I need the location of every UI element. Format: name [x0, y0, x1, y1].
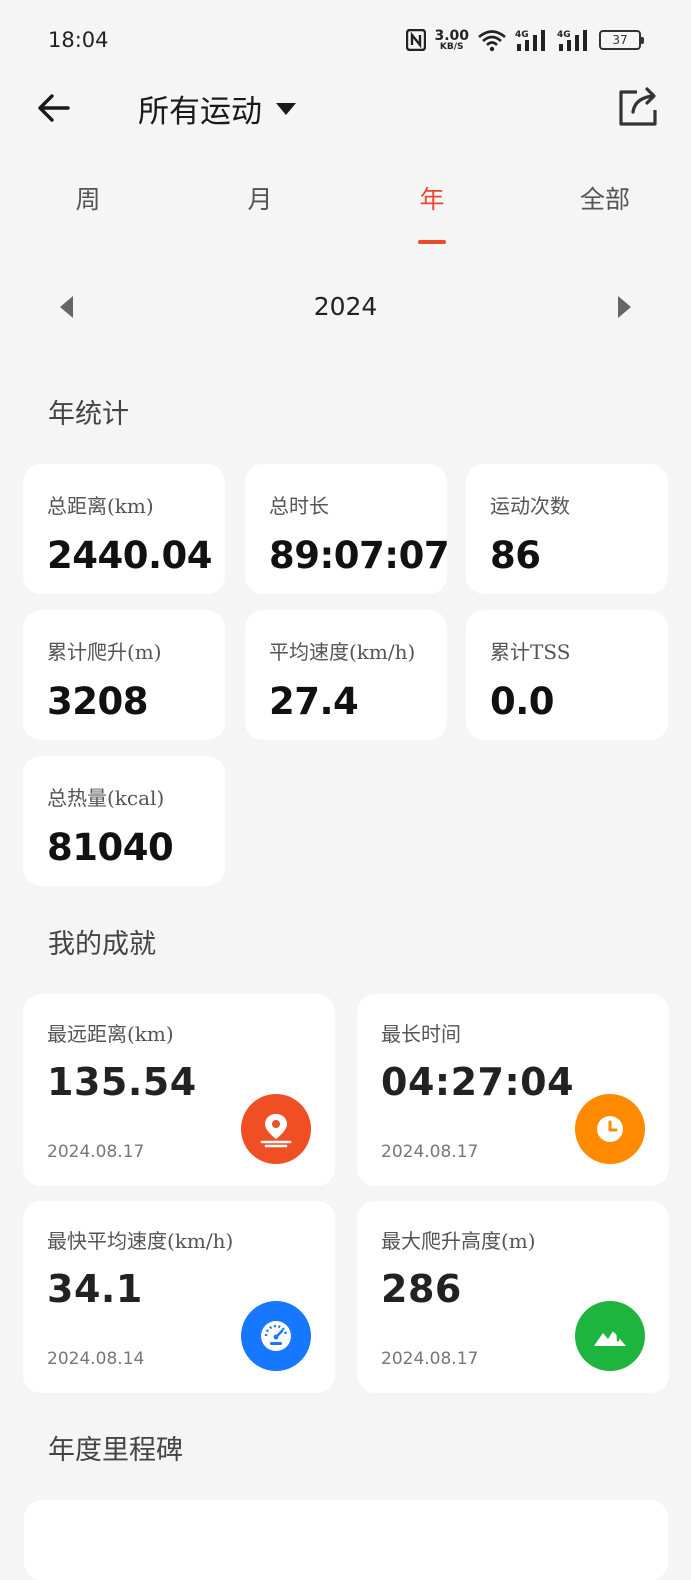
stat-value: 86 [490, 534, 541, 577]
page-title: 所有运动 [138, 94, 262, 130]
year-navigator: 2024 [0, 286, 691, 330]
achievement-date: 2024.08.17 [381, 1349, 479, 1369]
stat-card-total-distance[interactable]: 总距离(km) 2440.04 [23, 464, 225, 594]
location-pin-icon [241, 1094, 311, 1164]
network-speed-value: 3.00 [434, 27, 469, 44]
stat-value: 81040 [47, 826, 174, 869]
stat-label: 总热量(kcal) [47, 786, 165, 810]
battery-level: 37 [612, 33, 628, 47]
section-title-achievements: 我的成就 [48, 929, 156, 960]
milestone-card[interactable] [24, 1500, 668, 1580]
signal-4g-icon-2: 4G [557, 30, 587, 51]
stat-card-total-climb[interactable]: 累计爬升(m) 3208 [23, 610, 225, 740]
achievement-label: 最大爬升高度(m) [381, 1229, 536, 1253]
stat-card-total-calories[interactable]: 总热量(kcal) 81040 [23, 756, 225, 886]
achievement-value: 34.1 [47, 1267, 143, 1311]
stat-label: 累计TSS [490, 640, 571, 664]
tab-week[interactable]: 周 [75, 180, 100, 216]
active-tab-indicator [418, 240, 446, 244]
achievement-label: 最远距离(km) [47, 1022, 174, 1046]
section-title-milestones: 年度里程碑 [48, 1435, 183, 1466]
stat-card-average-speed[interactable]: 平均速度(km/h) 27.4 [245, 610, 447, 740]
share-icon[interactable] [617, 84, 659, 128]
stat-value: 3208 [47, 680, 148, 723]
speedometer-icon [241, 1301, 311, 1371]
achievement-value: 04:27:04 [381, 1060, 575, 1104]
dropdown-caret-icon [276, 102, 296, 115]
status-bar: 18:04 3.00 KB/S 4G 4G 37 [0, 0, 691, 80]
stat-card-total-duration[interactable]: 总时长 89:07:07 [245, 464, 450, 594]
app-header: 所有运动 [0, 80, 691, 136]
achievement-card-max-climb[interactable]: 最大爬升高度(m) 286 2024.08.17 [357, 1201, 669, 1393]
back-arrow-icon[interactable] [36, 90, 72, 126]
stat-label: 运动次数 [490, 494, 570, 518]
network-speed-unit: KB/S [439, 41, 464, 52]
network-speed: 3.00 KB/S [434, 29, 469, 52]
stat-label: 总距离(km) [47, 494, 154, 518]
tab-all[interactable]: 全部 [580, 180, 630, 216]
stat-value: 27.4 [269, 680, 359, 723]
stat-label: 总时长 [269, 494, 329, 518]
stat-value: 2440.04 [47, 534, 213, 577]
next-year-icon[interactable] [618, 296, 631, 318]
tab-month[interactable]: 月 [247, 180, 272, 216]
clock-icon [575, 1094, 645, 1164]
battery-icon: 37 [599, 30, 644, 50]
sport-type-selector[interactable]: 所有运动 [138, 86, 296, 131]
status-time: 18:04 [48, 28, 109, 52]
achievement-date: 2024.08.14 [47, 1349, 145, 1369]
achievement-date: 2024.08.17 [381, 1142, 479, 1162]
period-tabs: 周 月 年 全部 [0, 172, 691, 252]
year-label: 2024 [313, 292, 378, 321]
status-icons: 3.00 KB/S 4G 4G 37 [406, 26, 644, 54]
section-title-year-stats: 年统计 [48, 399, 129, 430]
stat-label: 累计爬升(m) [47, 640, 162, 664]
stat-value: 0.0 [490, 680, 555, 723]
wifi-icon [478, 30, 506, 52]
achievement-label: 最快平均速度(km/h) [47, 1229, 234, 1253]
mountain-icon [575, 1301, 645, 1371]
svg-text:4G: 4G [515, 30, 529, 40]
svg-text:4G: 4G [557, 30, 571, 40]
achievement-card-longest-distance[interactable]: 最远距离(km) 135.54 2024.08.17 [23, 994, 335, 1186]
signal-4g-icon-1: 4G [515, 30, 545, 51]
achievement-label: 最长时间 [381, 1022, 461, 1046]
achievement-value: 286 [381, 1267, 462, 1311]
stat-card-total-tss[interactable]: 累计TSS 0.0 [466, 610, 668, 740]
tab-year[interactable]: 年 [419, 180, 444, 216]
achievement-card-fastest-speed[interactable]: 最快平均速度(km/h) 34.1 2024.08.14 [23, 1201, 335, 1393]
stat-value: 89:07:07 [269, 534, 450, 577]
achievement-card-longest-time[interactable]: 最长时间 04:27:04 2024.08.17 [357, 994, 669, 1186]
achievement-date: 2024.08.17 [47, 1142, 145, 1162]
achievement-value: 135.54 [47, 1060, 197, 1104]
stat-label: 平均速度(km/h) [269, 640, 416, 664]
stat-card-workout-count[interactable]: 运动次数 86 [466, 464, 668, 594]
nfc-icon [406, 29, 427, 51]
